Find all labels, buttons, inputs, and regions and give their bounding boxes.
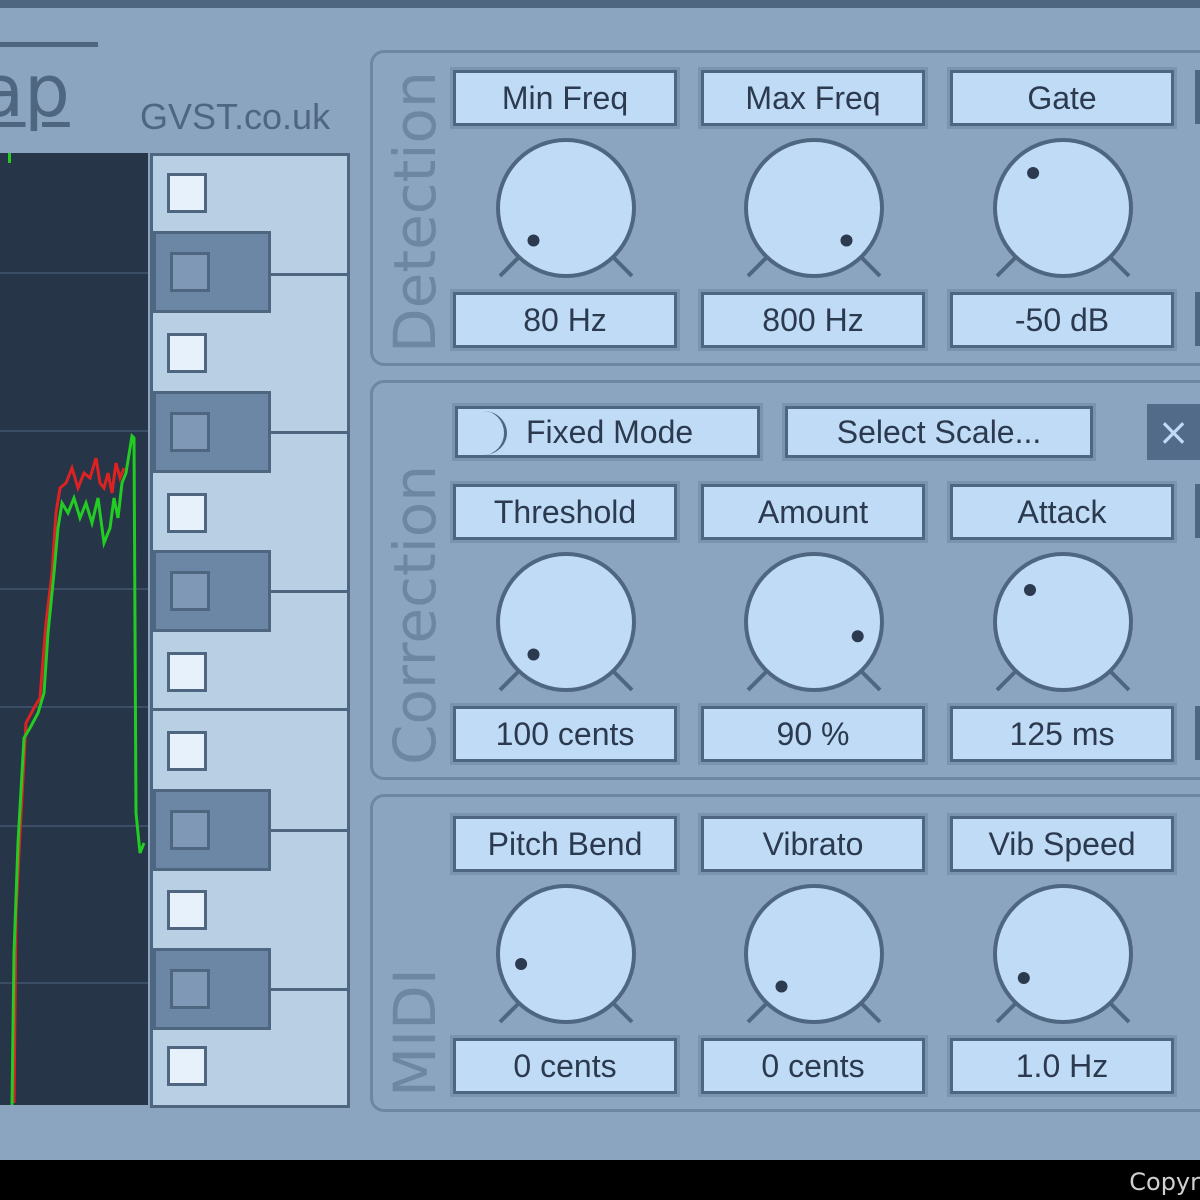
note-checkbox[interactable] <box>167 493 207 533</box>
correction-attack-value[interactable]: 125 ms <box>947 703 1177 765</box>
correction-amount-knob[interactable] <box>744 550 884 700</box>
site-link[interactable]: GVST.co.uk <box>140 96 330 138</box>
note-checkbox[interactable] <box>170 810 210 850</box>
cut-off-control <box>1195 292 1200 346</box>
key-separator <box>153 708 347 711</box>
detection-gate-knob[interactable] <box>993 136 1133 286</box>
midi-vib-speed-label: Vib Speed <box>947 813 1177 875</box>
midi-pitch-bend-value[interactable]: 0 cents <box>450 1035 680 1097</box>
midi-vib-speed-value[interactable]: 1.0 Hz <box>947 1035 1177 1097</box>
note-checkbox[interactable] <box>167 1046 207 1086</box>
note-checkbox[interactable] <box>167 652 207 692</box>
correction-amount-value[interactable]: 90 % <box>698 703 928 765</box>
cut-off-control <box>1195 70 1200 124</box>
note-checkbox[interactable] <box>170 252 210 292</box>
pitch-graph <box>0 153 148 1105</box>
detection-gate-label: Gate <box>947 67 1177 129</box>
correction-attack-label: Attack <box>947 481 1177 543</box>
pitch-trace-red <box>12 457 126 1104</box>
midi-pitch-bend-label: Pitch Bend <box>450 813 680 875</box>
black-key[interactable] <box>153 231 271 313</box>
note-checkbox[interactable] <box>170 412 210 452</box>
keyboard <box>150 153 350 1108</box>
select-scale-button[interactable]: Select Scale... <box>782 403 1096 461</box>
detection-min-freq-label: Min Freq <box>450 67 680 129</box>
correction-title: Correction <box>381 464 449 765</box>
close-icon[interactable]: × <box>1147 404 1200 460</box>
top-bar <box>0 0 1200 8</box>
detection-max-freq-knob[interactable] <box>744 136 884 286</box>
logo-text: ap <box>0 49 70 133</box>
pitch-trace-green <box>10 432 146 1105</box>
midi-vib-speed-knob[interactable] <box>993 882 1133 1032</box>
fixed-mode-toggle-icon[interactable] <box>460 411 507 455</box>
note-checkbox[interactable] <box>170 571 210 611</box>
correction-threshold-knob[interactable] <box>496 550 636 700</box>
midi-vibrato-knob[interactable] <box>744 882 884 1032</box>
pitch-graph-canvas <box>0 153 148 1105</box>
correction-amount-label: Amount <box>698 481 928 543</box>
correction-threshold-label: Threshold <box>450 481 680 543</box>
midi-title: MIDI <box>381 968 449 1097</box>
black-key[interactable] <box>153 948 271 1030</box>
pitch-trace-tick <box>8 153 11 163</box>
note-checkbox[interactable] <box>170 969 210 1009</box>
detection-max-freq-label: Max Freq <box>698 67 928 129</box>
footer-bar: Copyr <box>0 1160 1200 1200</box>
fixed-mode-label: Fixed Mode <box>526 414 694 450</box>
black-key[interactable] <box>153 391 271 473</box>
midi-vibrato-value[interactable]: 0 cents <box>698 1035 928 1097</box>
midi-pitch-bend-knob[interactable] <box>496 882 636 1032</box>
detection-max-freq-value[interactable]: 800 Hz <box>698 289 928 351</box>
detection-min-freq-value[interactable]: 80 Hz <box>450 289 680 351</box>
logo-overline <box>0 42 98 47</box>
cut-off-control <box>1195 706 1200 760</box>
note-checkbox[interactable] <box>167 173 207 213</box>
correction-attack-knob[interactable] <box>993 550 1133 700</box>
correction-threshold-value[interactable]: 100 cents <box>450 703 680 765</box>
note-checkbox[interactable] <box>167 731 207 771</box>
cut-off-control <box>1195 484 1200 538</box>
black-key[interactable] <box>153 550 271 632</box>
copyright-text: Copyr <box>1129 1168 1200 1196</box>
detection-min-freq-knob[interactable] <box>496 136 636 286</box>
note-checkbox[interactable] <box>167 333 207 373</box>
midi-vibrato-label: Vibrato <box>698 813 928 875</box>
note-checkbox[interactable] <box>167 890 207 930</box>
detection-title: Detection <box>381 71 449 353</box>
black-key[interactable] <box>153 789 271 871</box>
detection-gate-value[interactable]: -50 dB <box>947 289 1177 351</box>
fixed-mode-button[interactable]: Fixed Mode <box>452 403 763 461</box>
